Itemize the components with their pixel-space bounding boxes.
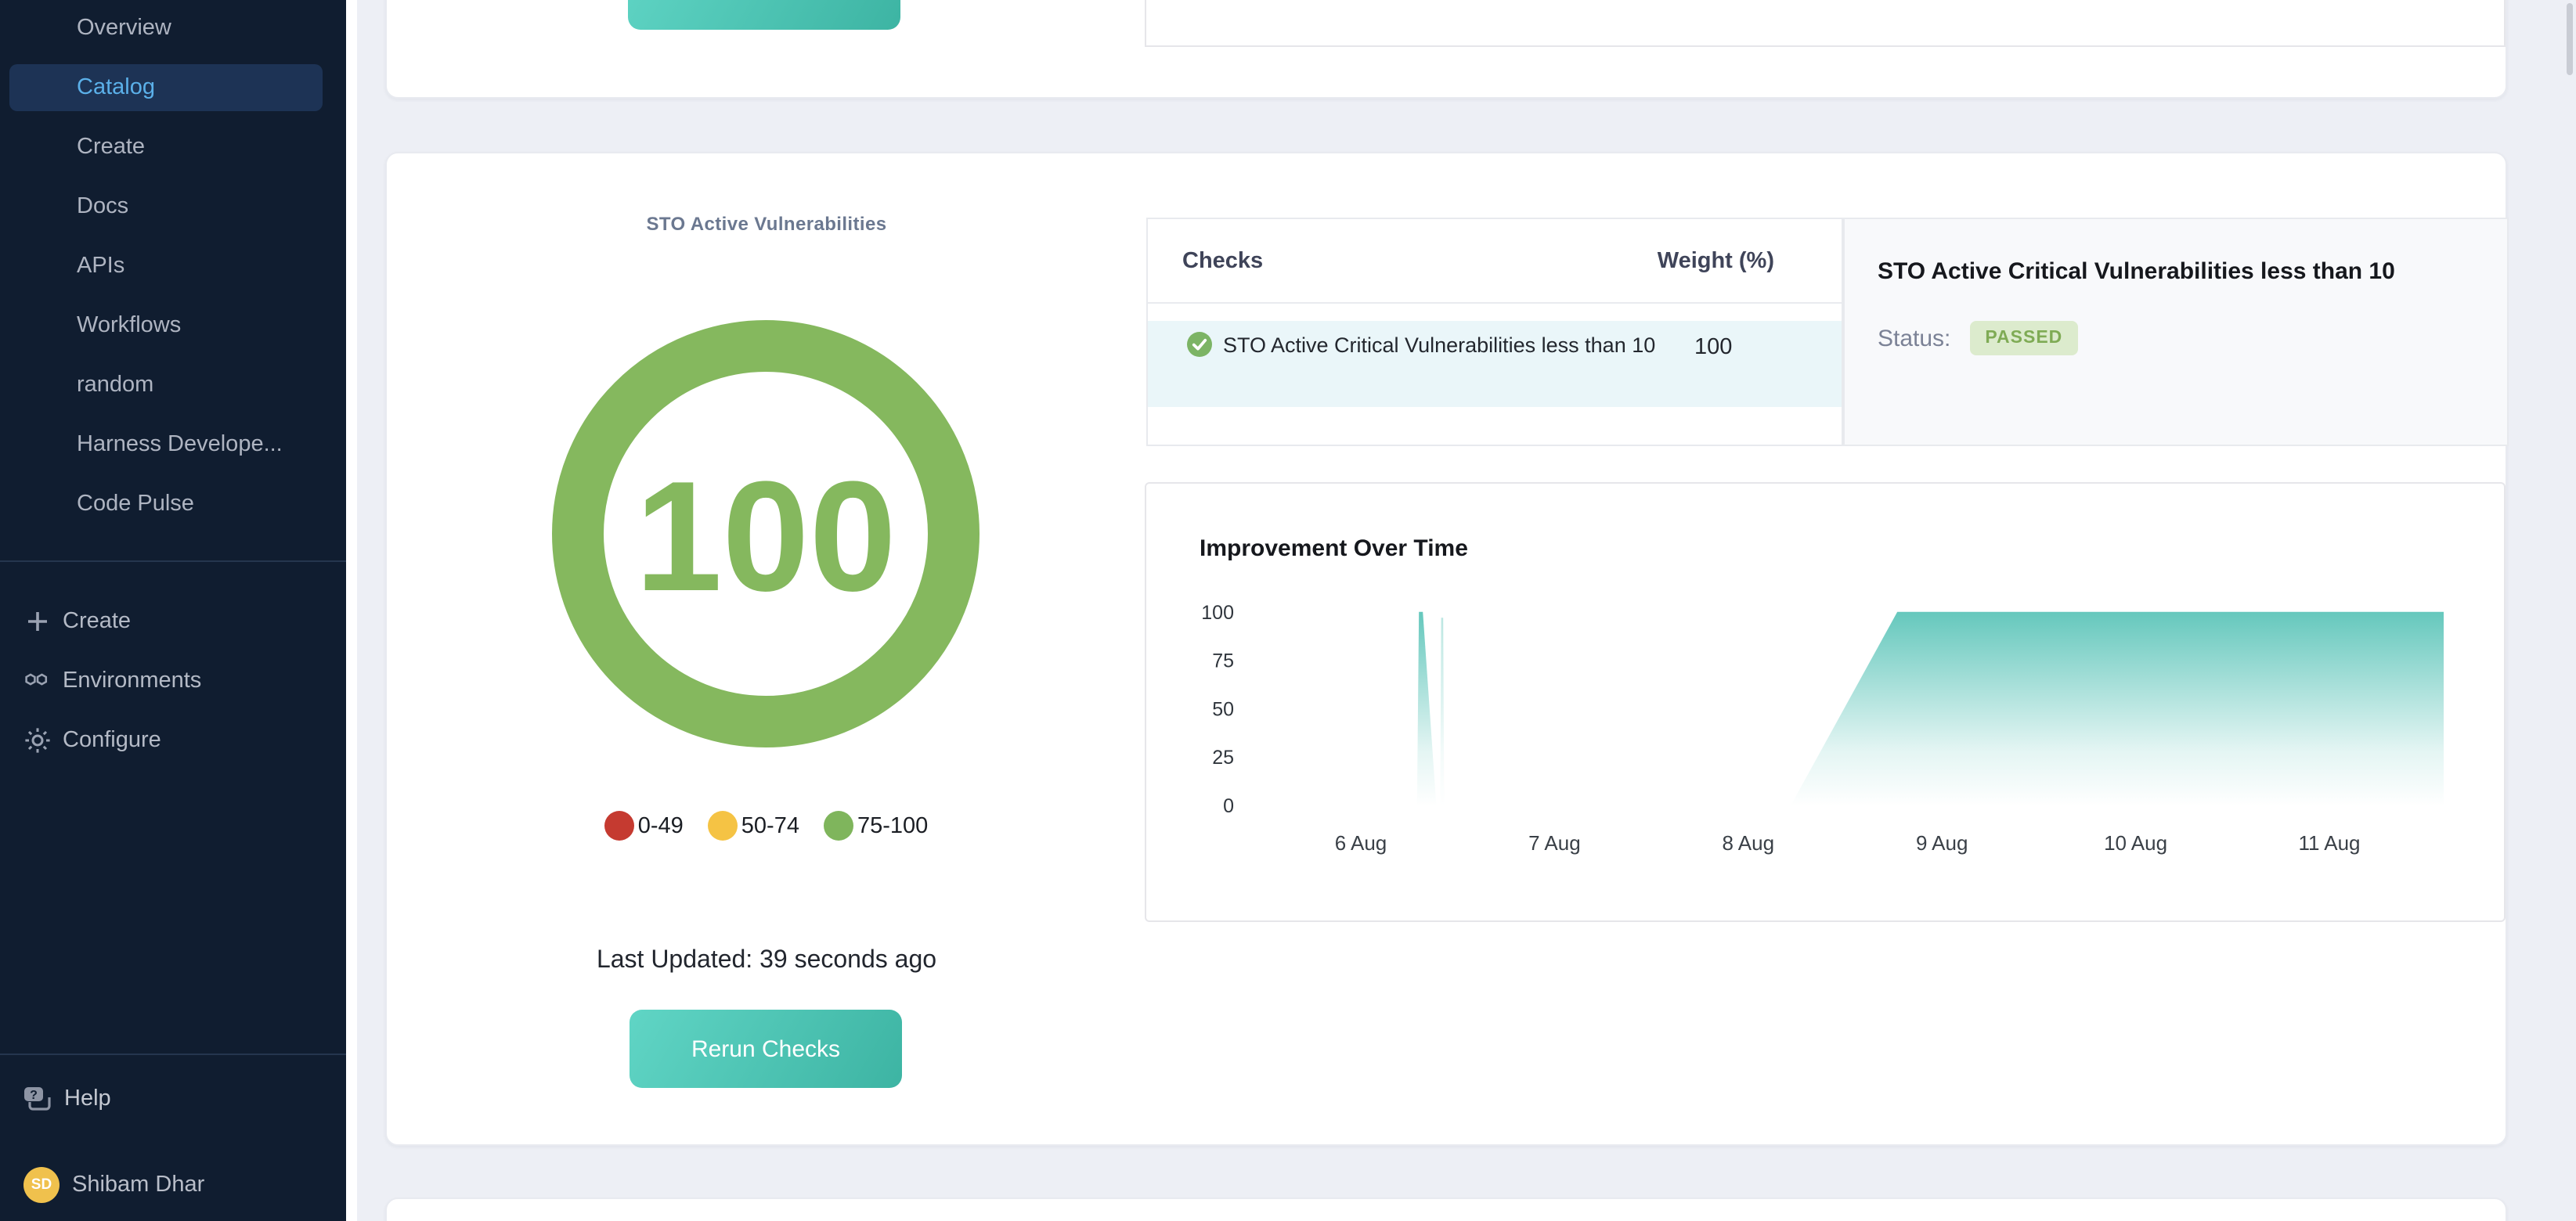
area-spike-6-3aug [1417,612,1437,805]
sidebar-item-label: Harness Develope... [77,432,283,457]
app-window: Overview Catalog Create Docs APIs Workflows ra… [0,0,2576,1221]
area-plateau-9aug-11aug [1791,612,2444,805]
hexagons-icon [23,667,52,695]
legend-dot [824,811,854,841]
scorecard-title: STO Active Vulnerabilities [387,213,1146,235]
status-label: Status: [1878,325,1950,351]
sidebar-item-code-pulse[interactable]: Code Pulse [0,474,346,534]
check-weight-value: 100 [1694,335,1732,360]
legend-dot [605,811,635,841]
improvement-area-chart: 100 75 50 25 0 6 Aug 7 Aug 8 Aug 9 Aug 10 Aug 11 … [1146,484,2507,924]
score-value: 100 [635,449,897,624]
sidebar-item-help[interactable]: ? Help [0,1069,346,1129]
sidebar-item-catalog[interactable]: Catalog [0,58,346,117]
page-scrollbar-thumb[interactable] [2567,3,2573,75]
help-label: Help [64,1086,111,1111]
sidebar-item-apis[interactable]: APIs [0,236,346,296]
sidebar-item-docs[interactable]: Docs [0,177,346,236]
sidebar-item-environments[interactable]: Environments [0,651,346,711]
legend-label: 75-100 [857,813,928,838]
area-spike-6-4aug [1440,618,1444,805]
scorecard-section-card: STO Active Vulnerabilities 100 0-49 50-74… [385,152,2507,1146]
weight-column-header: Weight (%) [1658,248,1774,273]
sidebar-user[interactable]: SD Shibam Dhar [0,1152,346,1218]
previous-section-card [385,0,2507,99]
sidebar: Overview Catalog Create Docs APIs Workflows ra… [0,0,346,1221]
sidebar-item-harness-develope[interactable]: Harness Develope... [0,415,346,474]
check-name: STO Active Critical Vulnerabilities less… [1223,330,1702,360]
status-badge: PASSED [1969,321,2078,355]
checks-table-header: Checks Weight (%) [1148,219,1842,304]
x-axis-tick-10-aug: 10 Aug [2104,831,2167,855]
legend-item-0-49: 0-49 [605,811,684,841]
y-axis-tick-50: 50 [1212,698,1234,720]
next-section-card [385,1198,2507,1221]
help-chat-icon: ? [22,1083,53,1115]
x-axis-tick-6-aug: 6 Aug [1335,831,1387,855]
sidebar-gutter [346,0,357,1221]
x-axis-tick-8-aug: 8 Aug [1723,831,1775,855]
sidebar-item-label: Create [77,135,145,160]
y-axis-tick-100: 100 [1201,602,1234,624]
main-content: STO Active Vulnerabilities 100 0-49 50-74… [357,0,2576,1221]
sidebar-item-create[interactable]: Create [0,117,346,177]
check-passed-icon [1187,332,1212,357]
sidebar-divider-top [0,560,346,562]
check-row[interactable]: STO Active Critical Vulnerabilities less… [1148,321,1842,407]
y-axis-tick-25: 25 [1212,747,1234,769]
svg-text:?: ? [30,1089,38,1102]
sidebar-item-create[interactable]: Create [0,592,346,651]
y-axis-tick-75: 75 [1212,650,1234,672]
legend-item-75-100: 75-100 [824,811,928,841]
sidebar-action-label: Environments [63,668,201,693]
plus-icon [23,607,52,636]
user-name: Shibam Dhar [72,1172,204,1198]
legend-dot [709,811,738,841]
sidebar-actions: Create Environments Configure [0,592,346,770]
sidebar-item-label: Overview [77,16,171,41]
rerun-checks-button[interactable]: Rerun Checks [630,1010,902,1088]
last-updated-text: Last Updated: 39 seconds ago [387,947,1146,975]
sidebar-item-overview[interactable]: Overview [0,0,346,58]
gear-icon [23,726,52,755]
check-detail-title: STO Active Critical Vulnerabilities less… [1878,258,2485,285]
previous-chart-card-partial [1145,0,2506,47]
checks-column-header: Checks [1182,248,1263,273]
sidebar-item-label: Workflows [77,313,181,338]
sidebar-item-label: Docs [77,194,128,219]
legend-label: 50-74 [741,813,799,838]
sidebar-item-random[interactable]: random [0,355,346,415]
x-axis-tick-7-aug: 7 Aug [1528,831,1581,855]
sidebar-item-label: Code Pulse [77,492,194,517]
legend-item-50-74: 50-74 [709,811,799,841]
sidebar-item-label: APIs [77,254,124,279]
avatar: SD [23,1167,60,1203]
legend-label: 0-49 [638,813,684,838]
improvement-chart-card: Improvement Over Time 1007550250 6 Aug7 … [1145,482,2506,922]
sidebar-action-label: Configure [63,728,161,753]
score-legend: 0-49 50-74 75-100 [387,811,1146,841]
sidebar-divider-bottom [0,1054,346,1055]
sidebar-action-label: Create [63,609,131,634]
check-detail-panel: STO Active Critical Vulnerabilities less… [1843,218,2509,446]
y-axis-tick-0: 0 [1223,795,1234,817]
sidebar-nav: Overview Catalog Create Docs APIs Workflows ra… [0,0,346,534]
x-axis-tick-11-aug: 11 Aug [2298,831,2360,855]
status-row: Status: PASSED [1878,321,2078,355]
active-item-pill [9,64,323,111]
x-axis-tick-9-aug: 9 Aug [1916,831,1968,855]
sidebar-item-configure[interactable]: Configure [0,711,346,770]
sidebar-item-label: random [77,373,153,398]
avatar-initials: SD [31,1176,52,1194]
score-gauge: 100 [547,315,985,753]
previous-rerun-button-partial[interactable] [628,0,900,30]
checks-panel: Checks Weight (%) STO Active Critical Vu… [1146,218,1843,446]
sidebar-item-workflows[interactable]: Workflows [0,296,346,355]
sidebar-item-label: Catalog [77,75,155,100]
